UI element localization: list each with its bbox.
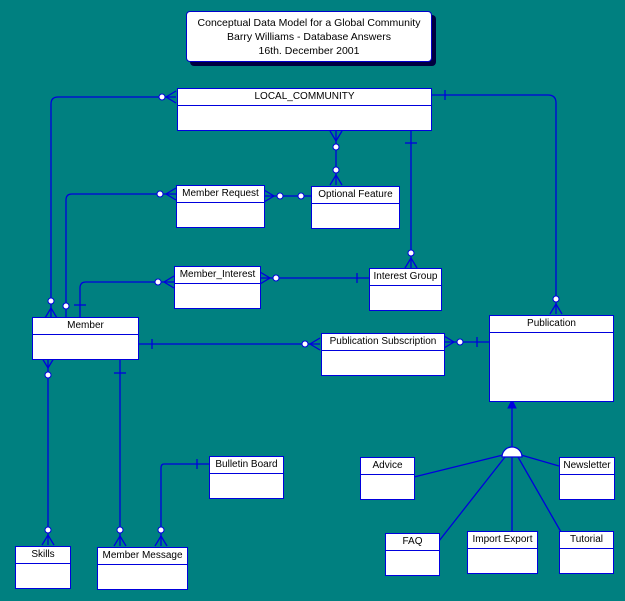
entity-member-request[interactable]: Member Request xyxy=(176,185,265,228)
entity-skills[interactable]: Skills xyxy=(15,546,71,589)
entity-name: Newsletter xyxy=(560,458,614,475)
title-line-3: 16th. December 2001 xyxy=(258,45,360,57)
entity-tutorial[interactable]: Tutorial xyxy=(559,531,614,574)
entity-name: LOCAL_COMMUNITY xyxy=(178,89,431,106)
rel-memberinterest-member xyxy=(79,281,174,318)
entity-import-export[interactable]: Import Export xyxy=(467,531,538,574)
entity-member[interactable]: Member xyxy=(32,317,139,360)
diagram-title-box: Conceptual Data Model for a Global Commu… xyxy=(186,11,432,62)
entity-advice[interactable]: Advice xyxy=(360,457,415,500)
title-line-2: Barry Williams - Database Answers xyxy=(227,31,391,43)
entity-name: FAQ xyxy=(386,534,439,551)
rel-sub-advice xyxy=(413,454,504,478)
entity-name: Publication xyxy=(490,316,613,333)
rel-sub-newsletter xyxy=(520,454,560,467)
entity-name: Interest Group xyxy=(370,269,441,286)
entity-bulletin-board[interactable]: Bulletin Board xyxy=(209,456,284,499)
entity-faq[interactable]: FAQ xyxy=(385,533,440,576)
rel-memberrequest-member xyxy=(65,193,176,318)
entity-name: Publication Subscription xyxy=(322,334,444,351)
rel-board-message xyxy=(160,463,209,546)
entity-name: Member Message xyxy=(98,548,187,565)
rel-sub-faq xyxy=(438,456,506,542)
entity-name: Tutorial xyxy=(560,532,613,549)
entity-name: Skills xyxy=(16,547,70,564)
entity-interest-group[interactable]: Interest Group xyxy=(369,268,442,311)
entity-newsletter[interactable]: Newsletter xyxy=(559,457,615,500)
entity-publication[interactable]: Publication xyxy=(489,315,614,402)
entity-publication-subscription[interactable]: Publication Subscription xyxy=(321,333,445,376)
entity-member-interest[interactable]: Member_Interest xyxy=(174,266,261,309)
entity-name: Member Request xyxy=(177,186,264,203)
subtype-semicircle xyxy=(501,446,523,458)
entity-name: Optional Feature xyxy=(312,187,399,204)
entity-member-message[interactable]: Member Message xyxy=(97,547,188,590)
entity-optional-feature[interactable]: Optional Feature xyxy=(311,186,400,229)
entity-name: Member xyxy=(33,318,138,335)
entity-name: Import Export xyxy=(468,532,537,549)
entity-name: Advice xyxy=(361,458,414,475)
entity-name: Bulletin Board xyxy=(210,457,283,474)
rel-community-publication xyxy=(432,94,557,314)
entity-name: Member_Interest xyxy=(175,267,260,284)
entity-local-community[interactable]: LOCAL_COMMUNITY xyxy=(177,88,432,131)
title-line-1: Conceptual Data Model for a Global Commu… xyxy=(197,17,421,29)
rel-sub-tutorial xyxy=(517,456,562,533)
